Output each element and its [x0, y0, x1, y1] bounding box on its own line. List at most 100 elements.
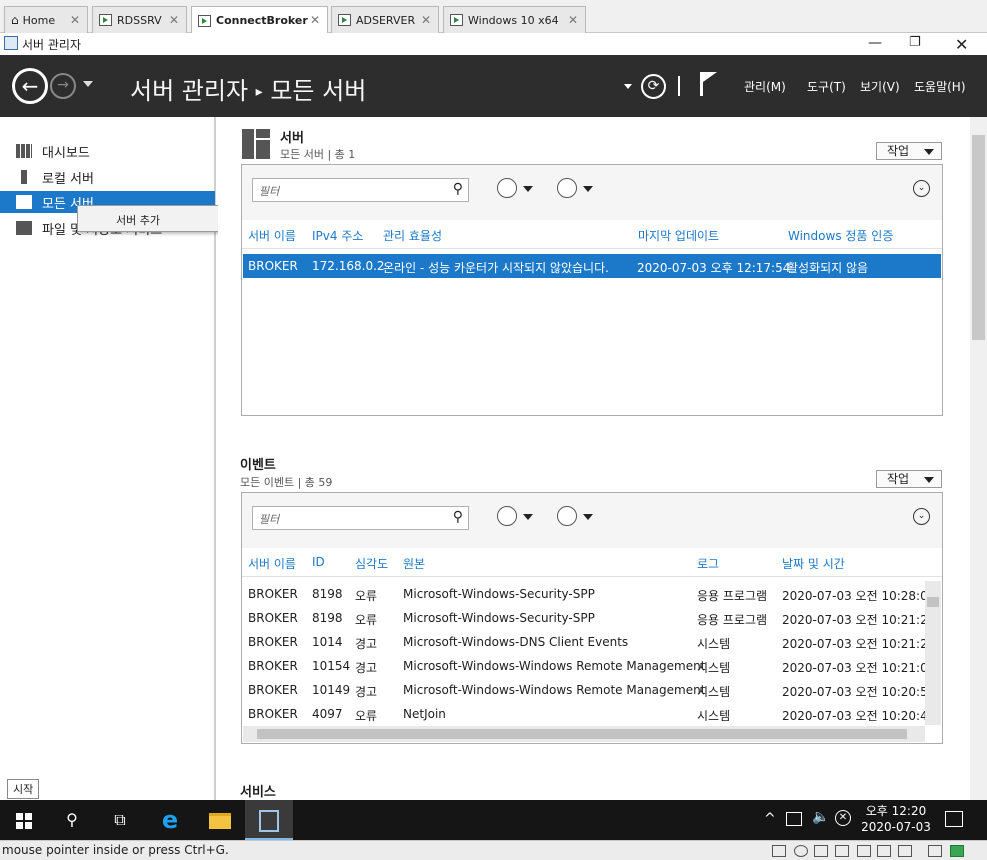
- close-icon[interactable]: ✕: [169, 13, 179, 27]
- server-manager-taskbar-icon[interactable]: [245, 800, 293, 840]
- internet-explorer-icon[interactable]: e: [146, 800, 194, 840]
- usb-icon[interactable]: [877, 845, 891, 857]
- cell-datetime: 2020-07-03 오전 10:21:08: [782, 661, 936, 675]
- scroll-thumb[interactable]: [257, 729, 907, 739]
- search-icon[interactable]: ⚲: [453, 181, 463, 197]
- column-header[interactable]: 원본: [403, 555, 425, 572]
- chevron-down-icon[interactable]: [523, 186, 533, 192]
- network-adapter-icon[interactable]: [814, 845, 828, 857]
- tab-home[interactable]: ⌂ Home ✕: [4, 6, 88, 33]
- column-header[interactable]: 서버 이름: [248, 555, 296, 572]
- sidebar-item-local-server[interactable]: 로컬 서버: [0, 166, 215, 188]
- task-view-icon[interactable]: ⧉: [96, 800, 144, 840]
- start-button[interactable]: [0, 800, 48, 840]
- servers-title: 서버: [280, 131, 304, 146]
- cell-severity: 경고: [355, 661, 378, 675]
- column-header[interactable]: 로그: [697, 555, 719, 572]
- chevron-up-icon[interactable]: ^: [764, 811, 776, 827]
- servers-task-button[interactable]: 작업: [876, 142, 942, 160]
- refresh-icon[interactable]: ⟳: [641, 74, 666, 99]
- expand-icon[interactable]: ⌄: [913, 180, 930, 197]
- table-row[interactable]: BROKER 10149 경고 Microsoft-Windows-Windows R…: [243, 678, 935, 702]
- chevron-down-icon[interactable]: [583, 186, 593, 192]
- sidebar-item-dashboard[interactable]: 대시보드: [0, 140, 215, 162]
- context-menu-add-server[interactable]: 서버 추가: [77, 205, 220, 232]
- events-task-button[interactable]: 작업: [876, 470, 942, 488]
- search-icon[interactable]: ⚲: [453, 509, 463, 525]
- table-row[interactable]: BROKER 10154 경고 Microsoft-Windows-Windows R…: [243, 654, 935, 678]
- column-header[interactable]: IPv4 주소: [312, 227, 363, 244]
- events-vertical-scrollbar[interactable]: [925, 581, 941, 725]
- printer-icon[interactable]: [835, 845, 849, 857]
- menu-manage[interactable]: 관리(M): [744, 78, 786, 95]
- servers-filter-input[interactable]: 필터 ⚲: [252, 178, 469, 202]
- chevron-down-icon[interactable]: [523, 514, 533, 520]
- home-icon: ⌂: [11, 13, 19, 27]
- chevron-down-icon[interactable]: [583, 514, 593, 520]
- tab-windows10[interactable]: Windows 10 x64 ✕: [443, 6, 586, 33]
- usb-icon[interactable]: [898, 845, 912, 857]
- column-header[interactable]: 마지막 업데이트: [638, 227, 719, 244]
- minimize-icon[interactable]: —: [868, 35, 882, 51]
- breadcrumb-root[interactable]: 서버 관리자: [130, 77, 248, 105]
- display-icon[interactable]: [928, 845, 942, 857]
- menu-help[interactable]: 도움말(H): [914, 78, 966, 95]
- volume-icon[interactable]: 🔈: [812, 809, 829, 825]
- column-header[interactable]: 날짜 및 시간: [782, 555, 845, 572]
- close-window-icon[interactable]: ✕: [955, 35, 968, 54]
- cell-server-name: BROKER: [248, 635, 298, 649]
- events-horizontal-scrollbar[interactable]: [243, 726, 925, 742]
- close-icon[interactable]: ✕: [568, 13, 578, 27]
- action-close-icon[interactable]: ✕: [835, 810, 851, 826]
- notification-flag-icon[interactable]: [700, 72, 717, 96]
- network-icon[interactable]: [786, 812, 802, 826]
- history-dropdown-icon[interactable]: [83, 81, 93, 87]
- list-options-icon[interactable]: [497, 178, 517, 198]
- column-header[interactable]: Windows 정품 인증: [788, 227, 893, 244]
- menu-tools[interactable]: 도구(T): [807, 78, 846, 95]
- close-icon[interactable]: ✕: [421, 13, 431, 27]
- column-header[interactable]: ID: [312, 555, 325, 569]
- filter-placeholder: 필터: [259, 513, 280, 526]
- column-header[interactable]: 관리 효율성: [383, 227, 442, 244]
- tab-connectbroker[interactable]: ConnectBroker ✕: [191, 6, 328, 34]
- events-filter-input[interactable]: 필터 ⚲: [252, 506, 469, 530]
- column-header[interactable]: 서버 이름: [248, 227, 296, 244]
- table-row[interactable]: BROKER 8198 오류 Microsoft-Windows-Security-S…: [243, 582, 935, 606]
- table-row[interactable]: BROKER 1014 경고 Microsoft-Windows-DNS Client…: [243, 630, 935, 654]
- tab-adserver[interactable]: ADSERVER ✕: [331, 6, 439, 33]
- column-header[interactable]: 심각도: [355, 555, 388, 572]
- close-icon[interactable]: ✕: [310, 13, 320, 27]
- close-icon[interactable]: ✕: [70, 13, 80, 27]
- save-query-icon[interactable]: [557, 178, 577, 198]
- windows-logo-icon: [16, 812, 32, 829]
- sound-icon[interactable]: [857, 845, 871, 857]
- list-options-icon[interactable]: [497, 506, 517, 526]
- back-button[interactable]: ←: [12, 68, 48, 104]
- forward-button[interactable]: →: [50, 73, 76, 99]
- table-row[interactable]: BROKER 8198 오류 Microsoft-Windows-Security-S…: [243, 606, 935, 630]
- expand-icon[interactable]: ⌄: [913, 508, 930, 525]
- disk-icon[interactable]: [794, 845, 808, 857]
- menu-view[interactable]: 보기(V): [860, 78, 900, 95]
- table-row[interactable]: BROKER 4097 오류 NetJoin 시스템 2020-07-03 오전 10:2…: [243, 702, 935, 726]
- restore-icon[interactable]: ❐: [909, 35, 921, 50]
- table-row[interactable]: BROKER 172.168.0.2 온라인 - 성능 카운터가 시작되지 않았…: [243, 254, 941, 278]
- cell-datetime: 2020-07-03 오전 10:21:23: [782, 637, 936, 651]
- tab-rdssrv[interactable]: RDSSRV ✕: [92, 6, 187, 33]
- scroll-thumb[interactable]: [927, 597, 939, 607]
- refresh-dropdown-icon[interactable]: [624, 84, 632, 89]
- main-vertical-scrollbar[interactable]: [970, 117, 987, 800]
- device-icon[interactable]: [772, 845, 786, 857]
- server-manager-icon: [4, 36, 18, 50]
- scroll-thumb[interactable]: [972, 135, 985, 340]
- taskbar-clock[interactable]: 오후 12:20 2020-07-03: [856, 803, 936, 835]
- save-query-icon[interactable]: [557, 506, 577, 526]
- notification-center-icon[interactable]: [945, 811, 963, 827]
- cell-id: 10149: [312, 683, 351, 697]
- green-status-icon[interactable]: [950, 845, 964, 857]
- events-panel: 필터 ⚲ ⌄ 서버 이름 ID 심각도 원본 로그 날짜 및 시간 BROKER…: [241, 492, 943, 744]
- file-explorer-icon[interactable]: [196, 800, 244, 840]
- cell-log: 시스템: [697, 685, 731, 699]
- search-icon[interactable]: ⚲: [48, 800, 96, 840]
